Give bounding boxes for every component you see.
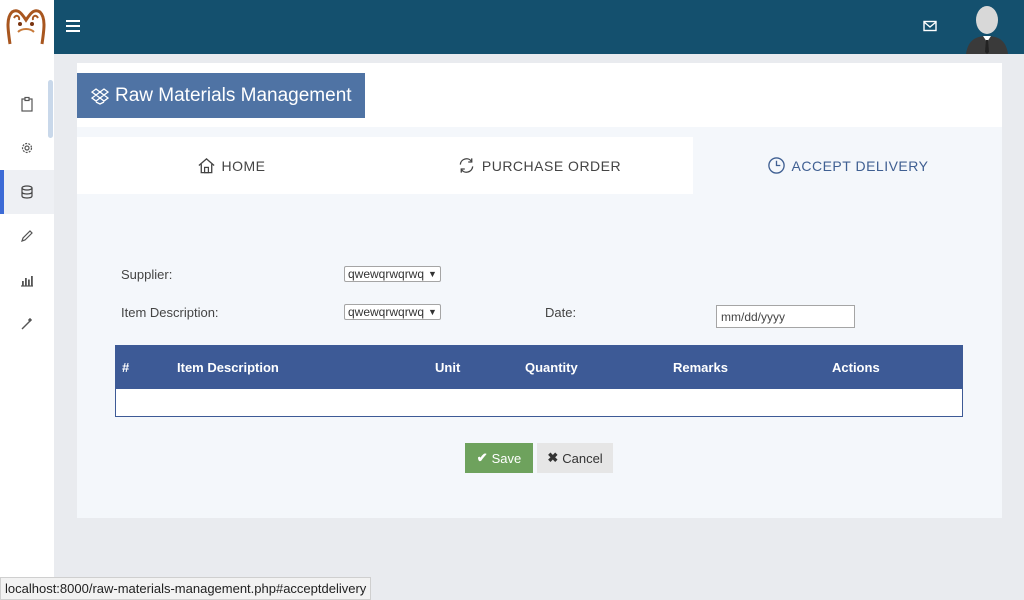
app-logo[interactable] xyxy=(0,0,54,54)
clipboard-icon xyxy=(21,96,33,112)
item-description-label: Item Description: xyxy=(121,305,219,320)
col-number: # xyxy=(122,360,130,375)
chevron-down-icon: ▼ xyxy=(428,307,437,317)
sidebar-item-reports[interactable] xyxy=(0,258,54,302)
clock-icon xyxy=(767,157,785,174)
col-quantity: Quantity xyxy=(525,360,578,375)
logo-icon xyxy=(6,9,46,45)
supplier-label: Supplier: xyxy=(121,267,173,282)
pencil-icon xyxy=(21,230,33,242)
bar-chart-icon xyxy=(21,276,33,287)
cancel-button-label: Cancel xyxy=(562,450,603,466)
sidebar-item-database[interactable] xyxy=(0,170,54,214)
page-title: Raw Materials Management xyxy=(115,84,352,106)
refresh-icon xyxy=(459,158,474,173)
save-button-label: Save xyxy=(491,450,522,466)
magic-wand-icon xyxy=(21,318,32,330)
tab-accept-delivery[interactable]: ACCEPT DELIVERY xyxy=(693,137,1002,194)
save-button[interactable]: ✔ Save xyxy=(465,443,533,473)
col-actions: Actions xyxy=(832,360,880,375)
tab-purchase-order-label: PURCHASE ORDER xyxy=(481,157,622,174)
tab-purchase-order[interactable]: PURCHASE ORDER xyxy=(385,137,693,194)
col-remarks: Remarks xyxy=(673,360,728,375)
item-description-select-value: qwewqrwqrwq xyxy=(348,305,425,319)
col-item-description: Item Description xyxy=(177,360,279,375)
tab-accept-delivery-label: ACCEPT DELIVERY xyxy=(791,157,929,174)
supplier-select[interactable]: qwewqrwqrwq ▼ xyxy=(344,266,441,282)
top-bar xyxy=(0,0,1024,54)
date-label: Date: xyxy=(545,305,577,320)
chevron-down-icon: ▼ xyxy=(428,269,437,279)
gear-icon xyxy=(21,142,33,154)
page-title-box: Raw Materials Management xyxy=(77,73,365,118)
tab-home-label: HOME xyxy=(221,157,266,174)
database-icon xyxy=(21,185,33,199)
table-header: # Item Description Unit Quantity Remarks… xyxy=(116,346,962,389)
supplier-select-value: qwewqrwqrwq xyxy=(348,267,425,281)
close-icon: ✖ xyxy=(547,450,559,465)
check-icon: ✔ xyxy=(476,450,488,465)
tab-home[interactable]: HOME xyxy=(77,137,385,194)
sidebar-item-tools[interactable] xyxy=(0,302,54,346)
status-bar-url: localhost:8000/raw-materials-management.… xyxy=(0,577,372,600)
main-panel: Raw Materials Management HOME PURCHASE O… xyxy=(77,63,1002,518)
sidebar xyxy=(0,54,54,600)
tab-bar: HOME PURCHASE ORDER ACCEPT DELIVERY xyxy=(77,137,1002,194)
col-unit: Unit xyxy=(435,360,461,375)
envelope-icon[interactable] xyxy=(922,18,938,34)
hamburger-icon[interactable] xyxy=(64,17,82,35)
cancel-button[interactable]: ✖ Cancel xyxy=(537,443,613,473)
date-input[interactable]: mm/dd/yyyy xyxy=(716,305,855,328)
user-avatar[interactable] xyxy=(962,2,1012,54)
delivery-table: # Item Description Unit Quantity Remarks… xyxy=(115,345,963,417)
item-description-select[interactable]: qwewqrwqrwq ▼ xyxy=(344,304,441,320)
panel-header: Raw Materials Management xyxy=(77,63,1002,127)
sidebar-item-clipboard[interactable] xyxy=(0,82,54,126)
dropbox-icon xyxy=(91,87,109,105)
home-icon xyxy=(197,157,215,174)
sidebar-item-edit[interactable] xyxy=(0,214,54,258)
sidebar-item-settings[interactable] xyxy=(0,126,54,170)
